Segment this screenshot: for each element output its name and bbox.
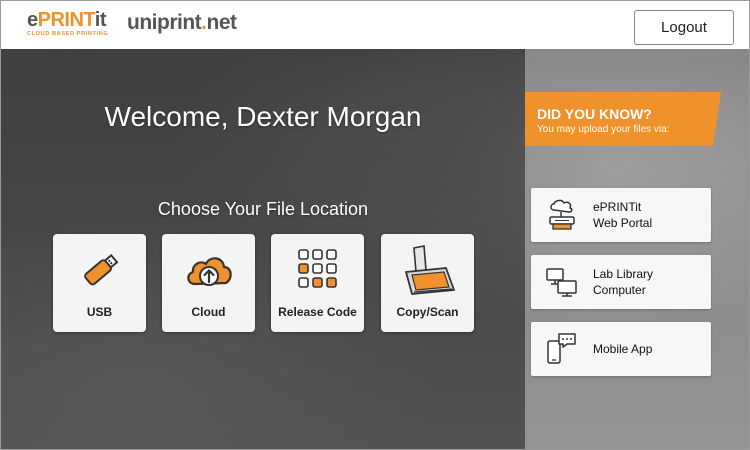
eprintit-logo: ePRINTit CLOUD BASED PRINTING [27,10,113,37]
card-label: Lab Library Computer [593,255,653,309]
eprintit-tagline: CLOUD BASED PRINTING [27,31,109,37]
card-label: ePRINTit Web Portal [593,188,652,242]
eprintit-logo-text: ePRINTit [27,9,106,31]
scanner-icon [404,245,455,295]
did-you-know-banner: DID YOU KNOW? You may upload your files … [525,92,721,146]
did-you-know-title: DID YOU KNOW? [537,106,652,122]
card-label: Mobile App [593,342,653,356]
logout-button[interactable]: Logout [634,10,734,45]
card-label-line1: Lab Library [593,267,654,281]
lab-library-computer-card[interactable]: Lab Library Computer [531,255,711,309]
cloud-upload-icon [186,257,232,286]
tile-label: USB [86,305,113,319]
cloud-tile[interactable]: Cloud [162,234,255,332]
card-label-line2: Web Portal [593,216,653,230]
mobile-chat-icon [547,333,576,364]
uniprint-logo: uniprint.net [127,11,237,34]
did-you-know-subtitle: You may upload your files via: [537,124,670,135]
usb-drive-icon [83,253,118,286]
welcome-title: Welcome, Dexter Morgan [104,101,422,132]
tile-label: Cloud [191,305,226,319]
web-portal-icon [549,199,575,230]
copy-scan-tile[interactable]: Copy/Scan [381,234,474,332]
main-area: Welcome, Dexter Morgan Choose Your File … [1,49,749,449]
usb-tile[interactable]: USB [53,234,146,332]
mobile-app-card[interactable]: Mobile App [531,322,711,376]
release-code-tile[interactable]: Release Code [271,234,364,332]
choose-file-location-heading: Choose Your File Location [157,199,369,219]
card-label-line2: Computer [593,283,646,297]
tile-label: Copy/Scan [396,305,459,319]
keypad-icon [297,249,337,288]
card-label-line1: ePRINTit [593,200,642,214]
header: ePRINTit CLOUD BASED PRINTING uniprint.n… [1,1,749,49]
tile-label: Release Code [278,305,357,319]
web-portal-card[interactable]: ePRINTit Web Portal [531,188,711,242]
desktop-computer-icon [546,268,577,297]
